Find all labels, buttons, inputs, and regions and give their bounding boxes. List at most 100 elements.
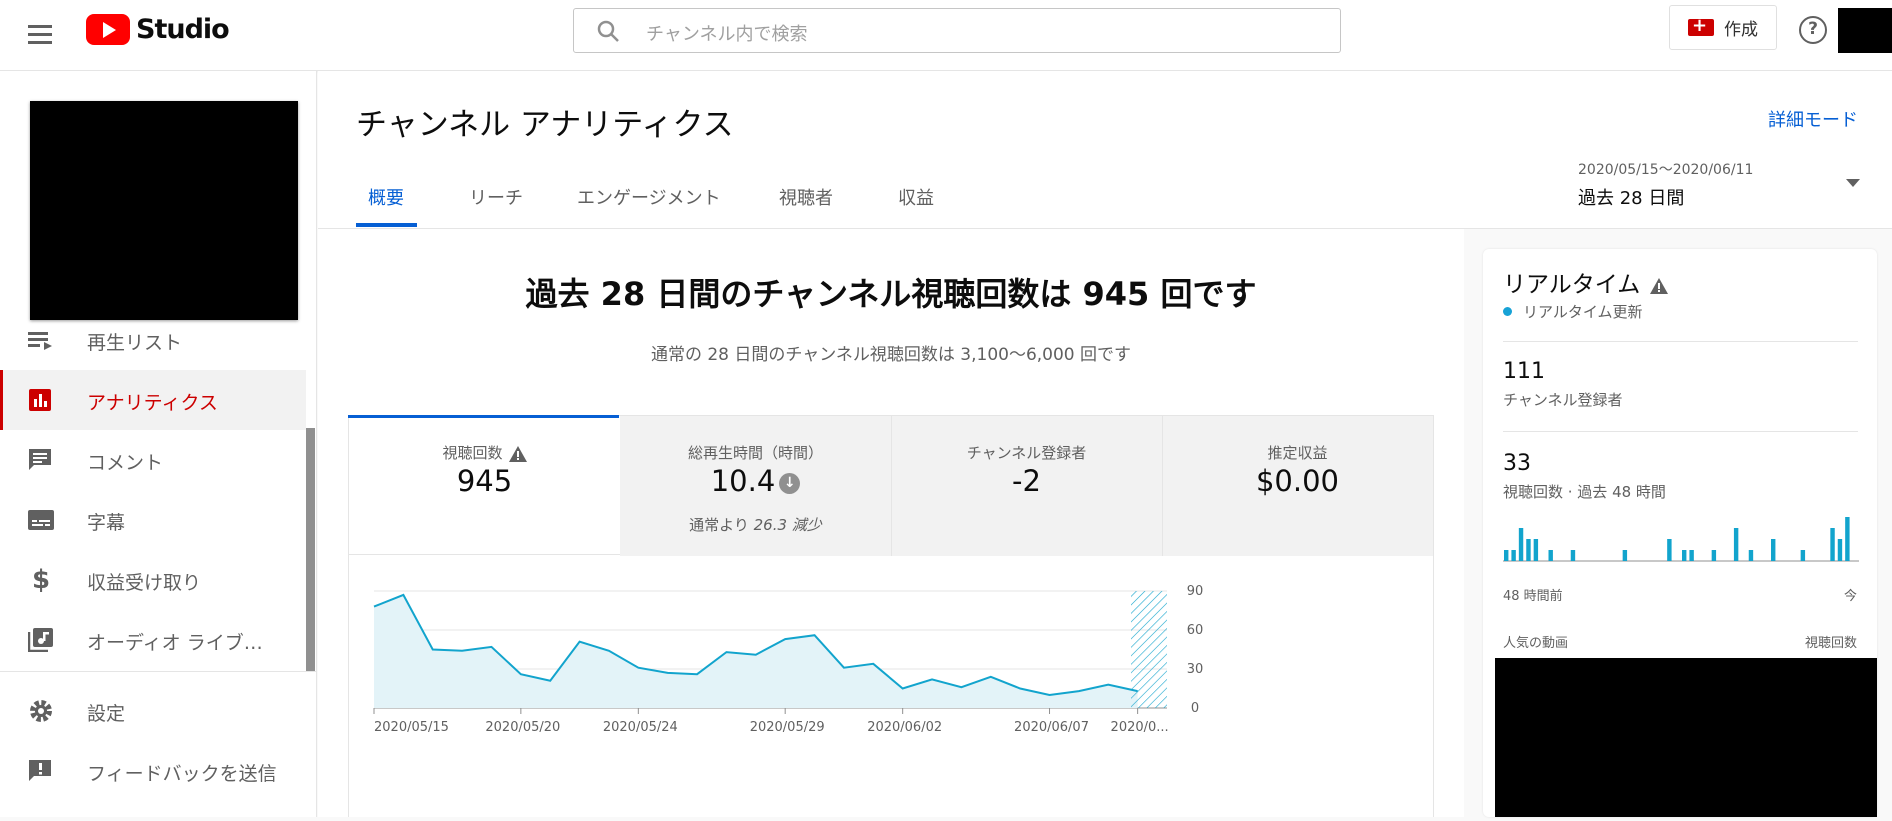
tab-revenue[interactable]: 収益: [898, 184, 934, 210]
realtime-bar: [1682, 550, 1686, 561]
views-column-label: 視聴回数: [1805, 632, 1857, 651]
realtime-bar: [1534, 539, 1538, 561]
help-icon[interactable]: ?: [1799, 16, 1827, 44]
avatar[interactable]: [1838, 8, 1892, 53]
search-box[interactable]: チャンネル内で検索: [573, 8, 1341, 53]
create-button[interactable]: 作成: [1669, 5, 1777, 50]
realtime-axis-start: 48 時間前: [1503, 585, 1563, 604]
sidebar-item-label: 字幕: [87, 508, 125, 535]
sidebar-item-label: 収益受け取り: [87, 568, 201, 595]
warning-icon: [509, 446, 527, 462]
top-bar: Studio チャンネル内で検索 作成 ?: [0, 0, 1892, 71]
date-range-text: 2020/05/15～2020/06/11: [1578, 159, 1753, 179]
channel-avatar[interactable]: [30, 101, 298, 320]
create-video-icon: [1688, 19, 1714, 36]
search-input[interactable]: チャンネル内で検索: [646, 20, 807, 46]
realtime-views-value: 33: [1503, 451, 1531, 476]
realtime-bar: [1801, 550, 1805, 561]
realtime-bar-chart[interactable]: [1503, 511, 1859, 571]
create-label: 作成: [1724, 15, 1758, 40]
sidebar-item-label: 再生リスト: [87, 328, 182, 355]
overview-panel: 過去 28 日間のチャンネル視聴回数は 945 回です 通常の 28 日間のチャ…: [318, 229, 1464, 817]
metric-card-subscribers[interactable]: チャンネル登録者 -2: [891, 416, 1162, 556]
sidebar-item-label: コメント: [87, 448, 163, 475]
sidebar-item-analytics[interactable]: アナリティクス: [0, 370, 306, 430]
sidebar-scrollbar[interactable]: [306, 428, 315, 671]
y-tick-label: 60: [1187, 623, 1204, 638]
metric-card-views[interactable]: 視聴回数 945: [349, 416, 620, 556]
sidebar-item-monetization[interactable]: $ 収益受け取り: [0, 550, 306, 610]
realtime-bar: [1504, 550, 1508, 561]
sidebar-item-playlists[interactable]: 再生リスト: [0, 310, 306, 370]
sidebar-item-label: オーディオ ライブ…: [87, 628, 263, 655]
realtime-bar: [1571, 550, 1575, 561]
metric-title: 総再生時間（時間）: [620, 442, 891, 463]
sidebar-divider: [0, 671, 316, 672]
warning-icon: [1650, 278, 1668, 294]
metric-card-revenue[interactable]: 推定収益 $0.00: [1162, 416, 1433, 556]
x-tick-label: 2020/0...: [1111, 720, 1169, 735]
x-tick-label: 2020/06/07: [1014, 720, 1089, 735]
divider: [1503, 431, 1858, 432]
realtime-bar: [1845, 517, 1849, 561]
x-tick-label: 2020/06/02: [867, 720, 942, 735]
active-tab-indicator: [356, 223, 417, 227]
sidebar-item-label: 設定: [87, 699, 125, 726]
youtube-logo-icon: [86, 14, 130, 45]
realtime-subscribers-label: チャンネル登録者: [1503, 389, 1623, 410]
tab-overview[interactable]: 概要: [368, 184, 404, 210]
sidebar-item-comments[interactable]: コメント: [0, 430, 306, 490]
chevron-down-icon: [1846, 179, 1860, 187]
realtime-bar: [1689, 550, 1693, 561]
feedback-icon: [28, 759, 54, 783]
realtime-bar: [1830, 528, 1834, 561]
realtime-bar: [1511, 550, 1515, 561]
metric-title: 視聴回数: [442, 444, 502, 462]
sidebar-item-audio-library[interactable]: オーディオ ライブ…: [0, 610, 306, 670]
y-tick-label: 30: [1187, 662, 1204, 677]
y-tick-label: 90: [1187, 584, 1204, 599]
tab-audience[interactable]: 視聴者: [779, 184, 833, 210]
x-tick-label: 2020/05/20: [485, 720, 560, 735]
dollar-icon: $: [28, 568, 54, 592]
realtime-bar: [1519, 528, 1523, 561]
analytics-icon: [28, 388, 54, 412]
tab-engagement[interactable]: エンゲージメント: [577, 184, 721, 210]
comment-icon: [28, 448, 54, 472]
metric-card-watch-time[interactable]: 総再生時間（時間） 10.4↓ 通常より 26.3 減少: [620, 416, 891, 556]
realtime-bar: [1526, 539, 1530, 561]
realtime-bar: [1734, 528, 1738, 561]
studio-logo[interactable]: Studio: [86, 14, 229, 45]
realtime-bar: [1749, 550, 1753, 561]
realtime-bar: [1771, 539, 1775, 561]
views-chart-container: 0 30 60 90 2020/05/15 2020/05/20 2020/05/24 202…: [348, 555, 1434, 817]
divider: [1503, 341, 1858, 342]
sidebar-item-settings[interactable]: 設定: [0, 681, 306, 741]
metric-title: 推定収益: [1162, 442, 1433, 463]
views-chart[interactable]: 0 30 60 90 2020/05/15 2020/05/20 2020/05/24 202…: [349, 555, 1435, 817]
selected-card-indicator: [348, 415, 619, 418]
sidebar-item-label: アナリティクス: [87, 388, 218, 415]
x-tick-label: 2020/05/15: [374, 720, 449, 735]
page-title: チャンネル アナリティクス: [356, 99, 734, 144]
x-tick-label: 2020/05/24: [603, 720, 678, 735]
menu-icon[interactable]: [28, 20, 56, 48]
y-tick-label: 0: [1191, 701, 1199, 716]
tab-reach[interactable]: リーチ: [469, 184, 523, 210]
realtime-card: リアルタイム リアルタイム更新 111 チャンネル登録者 33 視聴回数 · 過…: [1483, 249, 1877, 817]
main-content: チャンネル アナリティクス 詳細モード 概要 リーチ エンゲージメント 視聴者 …: [318, 71, 1892, 817]
video-thumbnail[interactable]: [1495, 658, 1877, 817]
realtime-title: リアルタイム: [1503, 265, 1668, 299]
realtime-views-label: 視聴回数 · 過去 48 時間: [1503, 481, 1666, 502]
realtime-bar: [1838, 539, 1842, 561]
date-period: 過去 28 日間: [1578, 184, 1684, 210]
advanced-mode-link[interactable]: 詳細モード: [1768, 106, 1858, 132]
sidebar-item-label: フィードバックを送信: [87, 759, 277, 786]
sidebar-item-subtitles[interactable]: 字幕: [0, 490, 306, 550]
realtime-bar: [1623, 550, 1627, 561]
popular-videos-label: 人気の動画: [1503, 632, 1568, 651]
analytics-header: チャンネル アナリティクス 詳細モード 概要 リーチ エンゲージメント 視聴者 …: [318, 71, 1892, 229]
sidebar-item-feedback[interactable]: フィードバックを送信: [0, 741, 306, 801]
card-divider: [1162, 416, 1163, 556]
realtime-subscribers-value: 111: [1503, 359, 1545, 384]
